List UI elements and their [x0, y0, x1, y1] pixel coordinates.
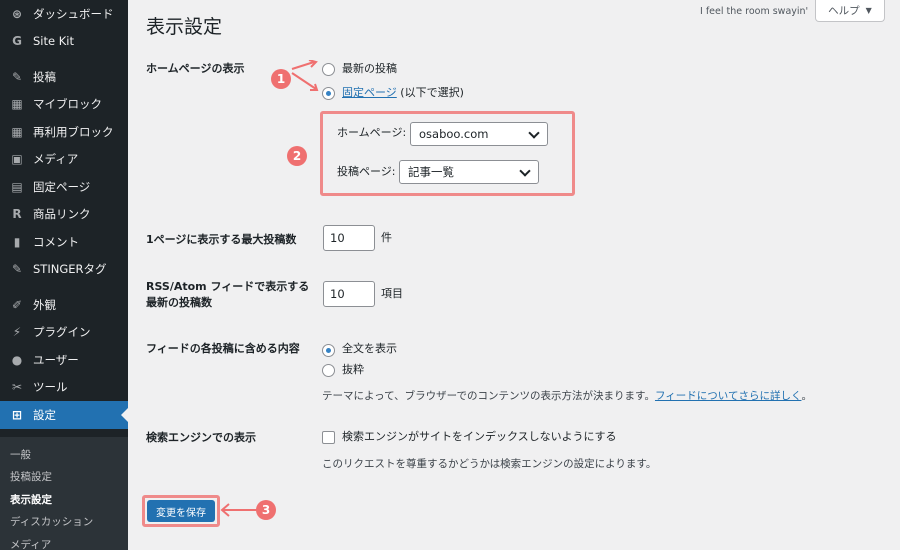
sidebar-item-settings[interactable]: ⊞ 設定: [0, 401, 128, 429]
posts-per-page-unit: 件: [381, 231, 392, 244]
sidebar-item-label: マイブロック: [33, 97, 102, 112]
sidebar-item-myblocks[interactable]: ▦ マイブロック: [0, 91, 128, 119]
radio-full-text[interactable]: [322, 344, 335, 357]
blocks-icon: ▦: [11, 124, 23, 139]
sidebar-item-sitekit[interactable]: G Site Kit: [0, 28, 128, 56]
submenu-item-general[interactable]: 一般: [0, 443, 128, 466]
settings-icon: ⊞: [11, 407, 23, 422]
sidebar-item-label: 固定ページ: [33, 179, 91, 194]
sidebar-item-posts[interactable]: ✎ 投稿: [0, 63, 128, 91]
page-icon: ▤: [11, 179, 23, 194]
annotation-badge-2: 2: [287, 146, 307, 166]
sidebar-item-label: 設定: [33, 407, 56, 422]
save-button[interactable]: 変更を保存: [147, 500, 215, 522]
sidebar-item-comments[interactable]: ▮ コメント: [0, 228, 128, 256]
product-icon: R: [12, 207, 22, 222]
sidebar-item-label: 商品リンク: [33, 207, 91, 222]
settings-submenu: 一般 投稿設定 表示設定 ディスカッション メディア: [0, 437, 128, 550]
sidebar-item-label: ダッシュボード: [33, 6, 114, 21]
sidebar-item-pages[interactable]: ▤ 固定ページ: [0, 173, 128, 201]
discourage-search-label: 検索エンジンがサイトをインデックスしないようにする: [342, 430, 617, 443]
sidebar-item-reusable-blocks[interactable]: ▦ 再利用ブロック: [0, 118, 128, 146]
sidebar-item-tools[interactable]: ✂ ツール: [0, 374, 128, 402]
sidebar-item-label: コメント: [33, 234, 79, 249]
triangle-down-icon: ▼: [865, 6, 872, 15]
feed-count-unit: 項目: [381, 287, 403, 300]
sidebar-item-product-links[interactable]: R 商品リンク: [0, 201, 128, 229]
posts-page-select-label: 投稿ページ:: [337, 165, 396, 178]
radio-full-text-label: 全文を表示: [342, 342, 397, 355]
pin-icon: ✎: [11, 262, 23, 277]
feed-content-label: フィードの各投稿に含める内容: [146, 342, 300, 355]
sitekit-icon: G: [12, 34, 22, 49]
sidebar-item-dashboard[interactable]: ⊛ ダッシュボード: [0, 0, 128, 28]
sidebar-item-label: STINGERタグ: [33, 262, 107, 277]
posts-per-page-label: 1ページに表示する最大投稿数: [146, 233, 297, 246]
feed-count-label: RSS/Atom フィードで表示する最新の投稿数: [146, 280, 310, 309]
feed-more-link[interactable]: フィードについてさらに詳しく: [655, 390, 801, 402]
posts-page-select-value: 記事一覧: [408, 165, 454, 179]
submenu-item-reading[interactable]: 表示設定: [0, 488, 128, 511]
annotation-arrow-left: [220, 503, 257, 517]
pin-icon: ✎: [11, 69, 23, 84]
homepage-select-value: osaboo.com: [419, 127, 489, 141]
media-icon: ▣: [11, 152, 23, 167]
comment-icon: ▮: [13, 234, 21, 249]
submenu-item-discussion[interactable]: ディスカッション: [0, 511, 128, 534]
chevron-down-icon: [528, 127, 540, 139]
sidebar-item-label: ユーザー: [33, 352, 79, 367]
hello-dolly-lyric: I feel the room swayin': [700, 6, 809, 17]
help-button[interactable]: ヘルプ ▼: [815, 0, 885, 22]
sidebar-item-stinger-tags[interactable]: ✎ STINGERタグ: [0, 256, 128, 284]
homepage-select-label: ホームページ:: [337, 126, 407, 139]
radio-latest-posts-label: 最新の投稿: [342, 62, 397, 75]
feed-desc-end: 。: [801, 390, 812, 402]
sidebar-item-label: プラグイン: [33, 325, 91, 340]
sidebar-item-label: 再利用ブロック: [33, 124, 114, 139]
sidebar-item-users[interactable]: ● ユーザー: [0, 346, 128, 374]
sidebar-item-label: 外観: [33, 297, 56, 312]
sidebar-item-label: メディア: [33, 152, 79, 167]
sidebar-item-appearance[interactable]: ✐ 外観: [0, 291, 128, 319]
sidebar-item-media[interactable]: ▣ メディア: [0, 146, 128, 174]
sidebar-item-label: ツール: [33, 380, 68, 395]
radio-static-page-label: 固定ページ (以下で選択): [342, 86, 464, 100]
appearance-icon: ✐: [11, 297, 23, 312]
admin-sidebar: ⊛ ダッシュボード G Site Kit ✎ 投稿 ▦ マイブロック ▦ 再利用ブロック …: [0, 0, 128, 550]
sidebar-item-label: 投稿: [33, 69, 56, 84]
help-label: ヘルプ: [828, 5, 860, 17]
feed-content-description: テーマによって、ブラウザーでのコンテンツの表示方法が決まります。フィードについて…: [322, 388, 812, 403]
tools-icon: ✂: [11, 380, 23, 395]
chevron-down-icon: [519, 165, 531, 177]
submenu-item-media[interactable]: メディア: [0, 533, 128, 550]
static-page-link[interactable]: 固定ページ: [342, 86, 397, 99]
plugin-icon: ⚡: [12, 325, 22, 340]
feed-desc-text: テーマによって、ブラウザーでのコンテンツの表示方法が決まります。: [322, 390, 655, 402]
sidebar-item-plugins[interactable]: ⚡ プラグイン: [0, 319, 128, 347]
annotation-badge-3: 3: [256, 500, 276, 520]
blocks-icon: ▦: [11, 97, 23, 112]
user-icon: ●: [11, 352, 23, 367]
search-engine-description: このリクエストを尊重するかどうかは検索エンジンの設定によります。: [322, 458, 657, 470]
discourage-search-checkbox[interactable]: [322, 431, 335, 444]
annotation-badge-1: 1: [271, 69, 291, 89]
homepage-select[interactable]: osaboo.com: [410, 122, 548, 146]
posts-page-select[interactable]: 記事一覧: [399, 160, 539, 184]
search-engine-label: 検索エンジンでの表示: [146, 431, 256, 444]
feed-count-input[interactable]: 10: [323, 281, 375, 307]
radio-excerpt-label: 抜粋: [342, 363, 364, 376]
page-title: 表示設定: [146, 16, 223, 38]
submenu-item-writing[interactable]: 投稿設定: [0, 466, 128, 489]
dashboard-icon: ⊛: [11, 6, 23, 21]
sidebar-item-label: Site Kit: [33, 34, 74, 49]
posts-per-page-input[interactable]: 10: [323, 225, 375, 251]
static-page-suffix: (以下で選択): [396, 86, 464, 99]
radio-excerpt[interactable]: [322, 364, 335, 377]
